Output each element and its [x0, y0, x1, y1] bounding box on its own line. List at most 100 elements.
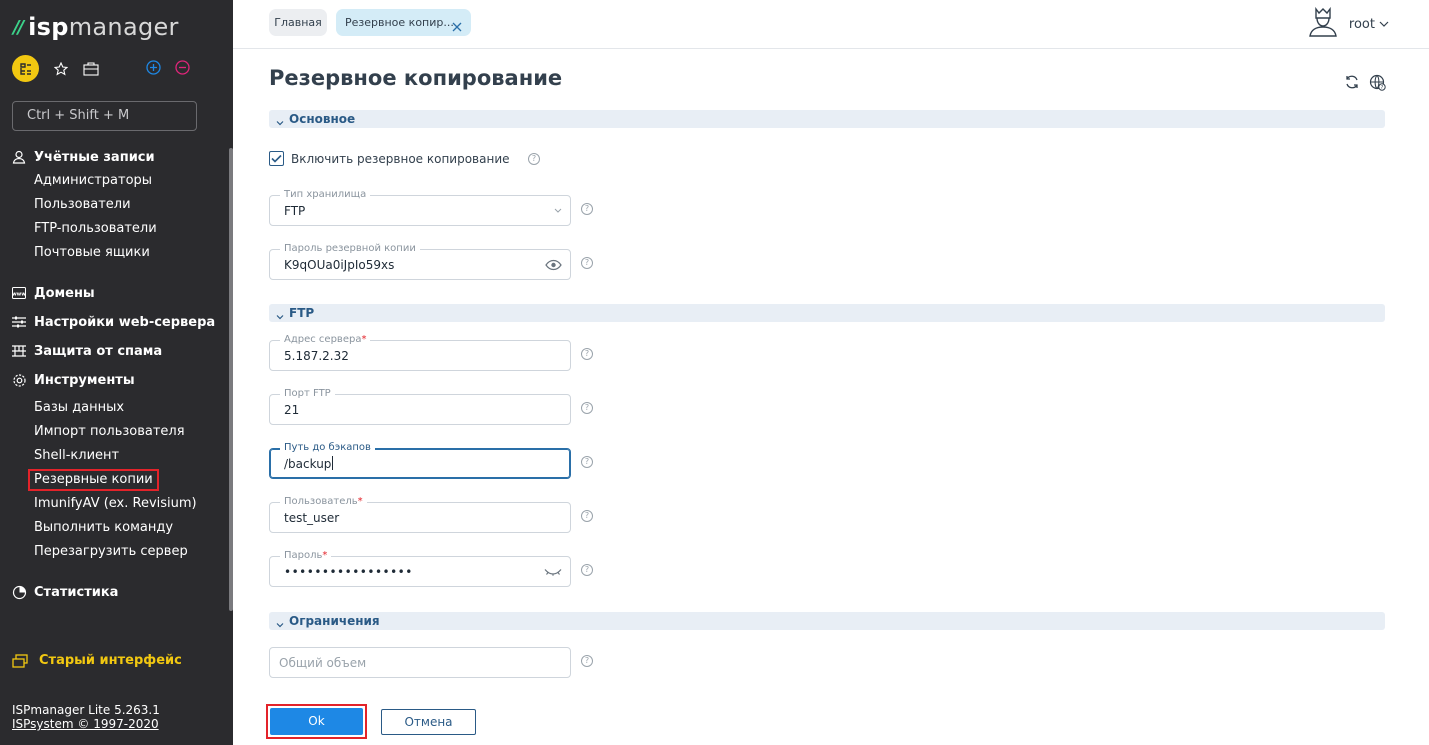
favorites-star-icon[interactable] [53, 61, 69, 77]
nav-section-label: Защита от спама [34, 343, 163, 359]
nav-item-imunifyav[interactable]: ImunifyAV (ex. Revisium) [0, 492, 230, 516]
page-title: Резервное копирование [269, 66, 563, 90]
nav-item-users[interactable]: Пользователи [0, 193, 230, 217]
nav-item-admins[interactable]: Администраторы [0, 169, 230, 193]
ftp-port-field[interactable]: Порт FTP 21 [269, 388, 571, 425]
page-toolbar: ? [1335, 74, 1386, 91]
close-tab-icon[interactable] [451, 16, 463, 43]
group-limits-header[interactable]: Ограничения [269, 612, 1385, 630]
total-volume-field[interactable]: Общий объем [269, 647, 571, 678]
nav-section-spam[interactable]: Защита от спама [0, 339, 230, 363]
tab-home[interactable]: Главная [269, 9, 327, 36]
nav-item-ftp-users[interactable]: FTP-пользователи [0, 217, 230, 241]
help-icon[interactable]: ? [581, 203, 593, 215]
field-value: 5.187.2.32 [284, 349, 349, 363]
remove-circle-icon[interactable] [175, 60, 190, 79]
old-interface-link[interactable]: Старый интерфейс [12, 653, 182, 668]
nav-item-import-user[interactable]: Импорт пользователя [0, 420, 230, 444]
server-address-field[interactable]: Адрес сервера* 5.187.2.32 [269, 334, 571, 371]
user-icon [11, 149, 27, 165]
old-interface-label: Старый интерфейс [39, 653, 182, 668]
field-placeholder: Общий объем [279, 656, 367, 670]
logo-brand-bold: isp [28, 13, 69, 41]
field-value: K9qOUa0iJpIo59xs [284, 258, 395, 272]
gear-icon [11, 372, 27, 388]
help-globe-icon[interactable]: ? [1369, 74, 1386, 91]
group-main-header[interactable]: Основное [269, 110, 1385, 128]
chevron-down-icon [276, 616, 284, 634]
group-ftp-label: FTP [289, 306, 315, 320]
help-icon[interactable]: ? [581, 655, 593, 667]
field-value: test_user [284, 511, 340, 525]
nav-section-label: Домены [34, 285, 95, 301]
old-interface-icon [12, 653, 28, 668]
version-text: ISPmanager Lite 5.263.1 [12, 703, 160, 717]
ftp-password-field[interactable]: Пароль* ••••••••••••••••• [269, 550, 571, 587]
field-value: 21 [284, 403, 300, 417]
required-mark: * [357, 496, 363, 507]
nav-section-label: Инструменты [34, 372, 135, 388]
help-icon[interactable]: ? [581, 456, 593, 468]
copyright-link[interactable]: ISPsystem © 1997-2020 [12, 717, 160, 731]
tab-backup-label: Резервное копир... [345, 16, 454, 29]
nav-section-accounts[interactable]: Учётные записи [0, 145, 230, 169]
backup-path-field[interactable]: Путь до бэкапов /backup [269, 442, 571, 479]
logo-brand-light: manager [68, 13, 179, 41]
help-icon[interactable]: ? [581, 257, 593, 269]
nav-item-mailboxes[interactable]: Почтовые ящики [0, 241, 230, 265]
enable-backup-checkbox[interactable] [269, 151, 284, 166]
group-ftp-header[interactable]: FTP [269, 304, 1385, 322]
group-main-label: Основное [289, 112, 356, 126]
backup-password-field[interactable]: Пароль резервной копии K9qOUa0iJpIo59xs [269, 243, 571, 280]
eye-closed-icon[interactable] [544, 568, 562, 576]
refresh-icon[interactable] [1344, 74, 1360, 91]
www-icon: www [11, 285, 27, 301]
logo[interactable]: // ispmanager [13, 13, 179, 41]
app-window: // ispmanager Ctrl + Shift + M Учётные з… [0, 0, 1429, 745]
ok-button-highlight: Ok [266, 704, 367, 739]
field-value: FTP [284, 204, 306, 218]
nav-section-tools[interactable]: Инструменты [0, 368, 230, 392]
menu-tree-button[interactable] [12, 55, 39, 82]
nav-item-shell-client[interactable]: Shell-клиент [0, 444, 230, 468]
add-circle-icon[interactable] [146, 60, 161, 79]
nav-item-backups[interactable]: Резервные копии [0, 468, 230, 492]
enable-backup-label: Включить резервное копирование [291, 151, 510, 166]
nav-menu: Учётные записи Администраторы Пользовате… [0, 145, 230, 604]
help-icon[interactable]: ? [581, 510, 593, 522]
nav-section-label: Учётные записи [34, 149, 155, 165]
nav-item-run-command[interactable]: Выполнить команду [0, 516, 230, 540]
briefcase-icon[interactable] [83, 61, 99, 77]
tree-icon [19, 62, 31, 75]
chevron-down-icon [554, 208, 562, 214]
storage-type-select[interactable]: Тип хранилища FTP [269, 189, 571, 226]
nav-item-databases[interactable]: Базы данных [0, 396, 230, 420]
firewall-icon [11, 343, 27, 359]
nav-item-reboot-server[interactable]: Перезагрузить сервер [0, 540, 230, 564]
help-icon[interactable]: ? [528, 153, 540, 165]
ok-button[interactable]: Ok [270, 708, 363, 735]
main-content: Главная Резервное копир... root Резервно… [233, 0, 1429, 745]
help-icon[interactable]: ? [581, 402, 593, 414]
quick-actions [12, 55, 190, 82]
text-caret [332, 456, 334, 470]
required-mark: * [361, 334, 367, 345]
chevron-down-icon [1379, 17, 1389, 32]
nav-section-domains[interactable]: www Домены [0, 281, 230, 305]
ftp-user-field[interactable]: Пользователь* test_user [269, 496, 571, 533]
nav-item-backups-label: Резервные копии [28, 469, 159, 491]
top-bar: Главная Резервное копир... root [233, 0, 1429, 49]
menu-search-input[interactable]: Ctrl + Shift + M [12, 101, 197, 131]
logo-mark-icon: // [13, 16, 24, 38]
svg-text:?: ? [1381, 85, 1384, 91]
cancel-button[interactable]: Отмена [381, 709, 476, 735]
help-icon[interactable]: ? [581, 564, 593, 576]
eye-icon[interactable] [545, 259, 562, 271]
user-menu[interactable]: root [1307, 6, 1389, 41]
nav-section-webserver[interactable]: Настройки web-сервера [0, 310, 230, 334]
help-icon[interactable]: ? [581, 348, 593, 360]
group-limits-label: Ограничения [289, 614, 380, 628]
chevron-down-icon [276, 114, 284, 132]
tab-backup[interactable]: Резервное копир... [336, 9, 471, 36]
nav-section-stats[interactable]: Статистика [0, 580, 230, 604]
